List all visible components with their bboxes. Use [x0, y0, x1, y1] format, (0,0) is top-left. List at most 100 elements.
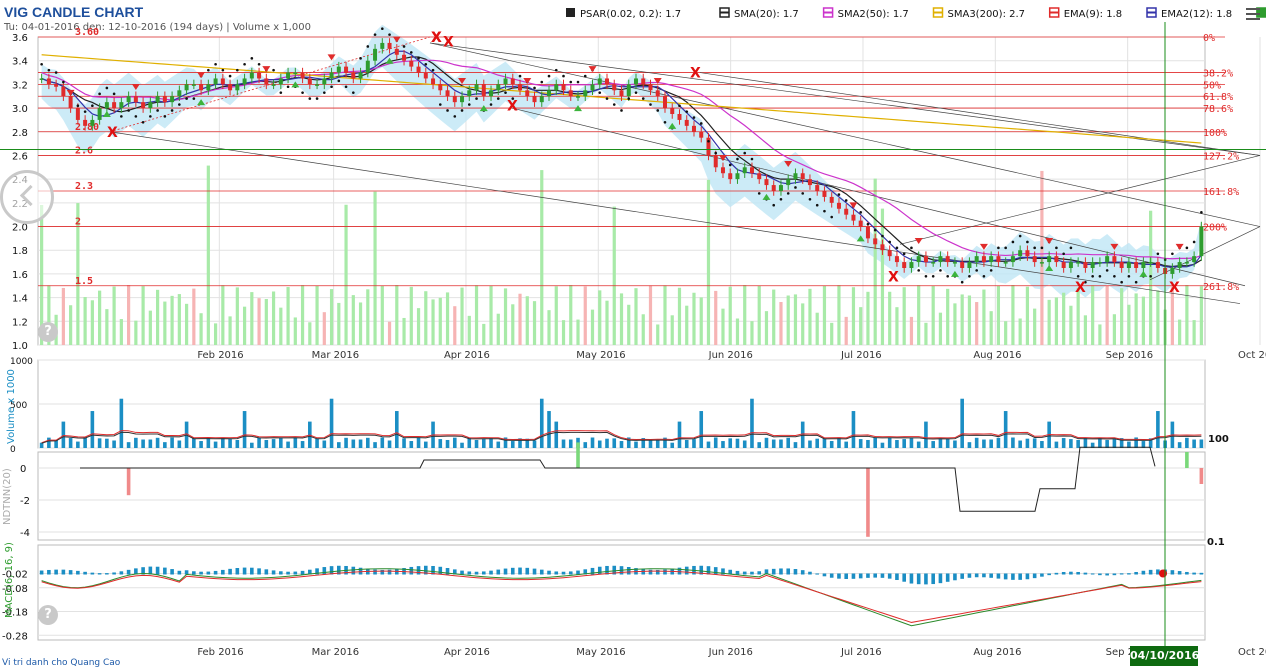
- macd-hist-bar: [663, 569, 667, 575]
- volume-bg-bar: [373, 191, 377, 345]
- psar-dot: [924, 274, 928, 278]
- y-tick-label: 2.8: [12, 128, 28, 139]
- candle-body: [1061, 262, 1066, 268]
- volume-bg-bar: [105, 309, 109, 345]
- candle-body: [307, 78, 312, 85]
- volume-bg-bar: [1112, 314, 1116, 345]
- psar-dot: [910, 246, 913, 250]
- volume-bar: [402, 438, 406, 448]
- volume-bar: [677, 421, 682, 448]
- psar-dot: [757, 192, 761, 195]
- help-icon[interactable]: ?: [38, 605, 58, 625]
- volume-bar: [1177, 442, 1182, 448]
- volume-bg-bar: [155, 289, 160, 345]
- volume-bar: [47, 437, 51, 448]
- volume-bar: [112, 440, 116, 448]
- x-tick-label: May 2016: [576, 350, 625, 361]
- previous-arrow-icon[interactable]: [0, 170, 54, 224]
- volume-bar: [1011, 437, 1015, 448]
- x-tick-label: Jun 2016: [708, 350, 753, 361]
- macd-hist-bar: [221, 569, 225, 575]
- volume-bar: [960, 398, 964, 448]
- candle-body: [112, 102, 117, 109]
- volume-bar: [423, 441, 428, 448]
- candle-body: [844, 208, 849, 215]
- volume-bg-bar: [409, 286, 413, 345]
- volume-bar: [119, 398, 124, 448]
- volume-bg-bar: [692, 292, 696, 345]
- candle-body: [981, 256, 986, 263]
- pivot-marker: X: [431, 30, 442, 46]
- psar-dot: [279, 91, 283, 94]
- candle-body: [394, 48, 399, 55]
- macd-hist-bar: [909, 573, 914, 584]
- candle-body: [568, 90, 573, 97]
- macd-hist-bar: [213, 570, 218, 575]
- ndt-bar: [866, 468, 870, 537]
- help-icon[interactable]: ?: [38, 322, 58, 342]
- macd-hist-bar: [351, 566, 356, 575]
- candle-body: [873, 238, 878, 245]
- macd-hist-bar: [496, 569, 501, 575]
- volume-bg-bar: [706, 179, 711, 345]
- ad-link[interactable]: Vi tri danh cho Quang Cao: [2, 658, 120, 668]
- menu-icon[interactable]: [1246, 5, 1260, 25]
- psar-dot: [467, 103, 471, 106]
- macd-hist-bar: [322, 567, 327, 575]
- volume-bg-bar: [1054, 297, 1059, 345]
- candle-body: [641, 78, 646, 85]
- candle-body: [481, 84, 486, 97]
- psar-dot: [409, 51, 413, 54]
- macd-hist-bar: [119, 571, 124, 575]
- macd-hist-bar: [1192, 572, 1196, 575]
- volume-bg-bar: [474, 285, 479, 345]
- volume-bg-bar: [445, 292, 450, 345]
- ndt-panel-frame: [37, 451, 1206, 541]
- psar-dot: [794, 186, 797, 189]
- volume-bar: [460, 442, 464, 448]
- volume-bar: [873, 437, 877, 448]
- y-tick-label: 0: [20, 464, 26, 475]
- macd-hist-bar: [126, 569, 131, 575]
- volume-bg-bar: [235, 287, 239, 345]
- macd-hist-bar: [844, 573, 849, 579]
- candle-body: [1134, 262, 1139, 268]
- macd-hist-bar: [800, 570, 805, 575]
- volume-bg-bar: [127, 285, 131, 345]
- macd-hist-bar: [380, 569, 385, 575]
- psar-dot: [438, 103, 442, 106]
- volume-bar: [561, 439, 566, 448]
- psar-dot: [156, 109, 159, 112]
- macd-hist-bar: [105, 573, 109, 575]
- psar-dot: [149, 115, 152, 118]
- macd-hist-bar: [112, 572, 116, 575]
- volume-bg-bar: [242, 306, 247, 345]
- psar-dot: [417, 57, 420, 60]
- volume-bg-bar: [837, 285, 841, 345]
- macd-hist-bar: [271, 570, 276, 575]
- candle-body: [39, 78, 44, 80]
- macd-hist-bar: [1098, 573, 1102, 576]
- volume-bg-bar: [982, 289, 986, 345]
- volume-bar: [452, 437, 457, 448]
- candle-body: [989, 256, 994, 263]
- psar-dot: [47, 68, 51, 72]
- candle-body: [1039, 262, 1044, 264]
- volume-bg-bar: [351, 295, 355, 345]
- volume-bg-bar: [1033, 308, 1037, 345]
- macd-hist-bar: [742, 571, 747, 575]
- candle-body: [97, 108, 102, 120]
- volume-bg-bar: [366, 289, 370, 345]
- macd-hist-bar: [1170, 570, 1175, 575]
- x-tick-label: Mar 2016: [312, 350, 360, 361]
- candle-body: [1105, 256, 1110, 263]
- volume-bg-bar: [271, 291, 276, 345]
- candle-body: [1090, 262, 1095, 268]
- candle-body: [786, 179, 791, 186]
- candle-body: [547, 90, 552, 97]
- volume-bg-bar: [598, 290, 602, 345]
- macd-axis-label: MACD(6, 16, 9): [4, 542, 15, 618]
- psar-dot: [214, 62, 217, 66]
- psar-dot: [301, 91, 304, 94]
- candle-body: [967, 262, 972, 268]
